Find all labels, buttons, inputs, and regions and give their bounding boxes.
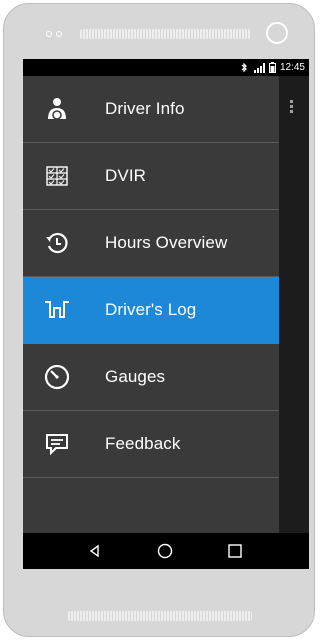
- bluetooth-icon: [239, 62, 249, 73]
- recents-icon[interactable]: [225, 541, 245, 561]
- navigation-drawer: Driver Info DVIR Hours Overview Driver's…: [23, 76, 279, 533]
- signal-icon: [253, 62, 265, 73]
- drawer-item-label: Driver Info: [105, 99, 185, 118]
- feedback-icon: [39, 426, 75, 462]
- log-graph-icon: [39, 292, 75, 328]
- top-speaker-grille: [80, 29, 250, 39]
- driver-icon: [39, 91, 75, 127]
- drawer-item-label: DVIR: [105, 166, 147, 185]
- drawer-item-label: Hours Overview: [105, 233, 228, 252]
- front-camera: [266, 22, 288, 44]
- status-time: 12:45: [279, 62, 305, 73]
- drawer-item-dvir[interactable]: DVIR: [23, 143, 279, 210]
- history-clock-icon: [39, 225, 75, 261]
- bottom-speaker-grille: [68, 611, 252, 621]
- home-icon[interactable]: [155, 541, 175, 561]
- status-bar: 12:45: [23, 59, 309, 76]
- screen: 12:45 Driver Info DVIR Hours Overview Dr…: [23, 59, 309, 569]
- top-bezel: [4, 4, 314, 58]
- drawer-item-label: Driver's Log: [105, 300, 197, 319]
- phone-frame: 12:45 Driver Info DVIR Hours Overview Dr…: [3, 3, 315, 637]
- battery-icon: [268, 62, 276, 73]
- drawer-item-driver-info[interactable]: Driver Info: [23, 76, 279, 143]
- drawer-item-label: Feedback: [105, 434, 181, 453]
- bottom-bezel: [4, 569, 314, 636]
- overflow-menu-icon[interactable]: [290, 100, 293, 113]
- drawer-item-hours-overview[interactable]: Hours Overview: [23, 210, 279, 277]
- checklist-icon: [39, 158, 75, 194]
- camera-dots: [46, 31, 62, 37]
- drawer-item-label: Gauges: [105, 367, 166, 386]
- system-nav-bar: [23, 533, 309, 569]
- back-icon[interactable]: [85, 541, 105, 561]
- drawer-item-feedback[interactable]: Feedback: [23, 411, 279, 478]
- drawer-item-gauges[interactable]: Gauges: [23, 344, 279, 411]
- gauge-icon: [39, 359, 75, 395]
- drawer-item-drivers-log[interactable]: Driver's Log: [23, 277, 279, 344]
